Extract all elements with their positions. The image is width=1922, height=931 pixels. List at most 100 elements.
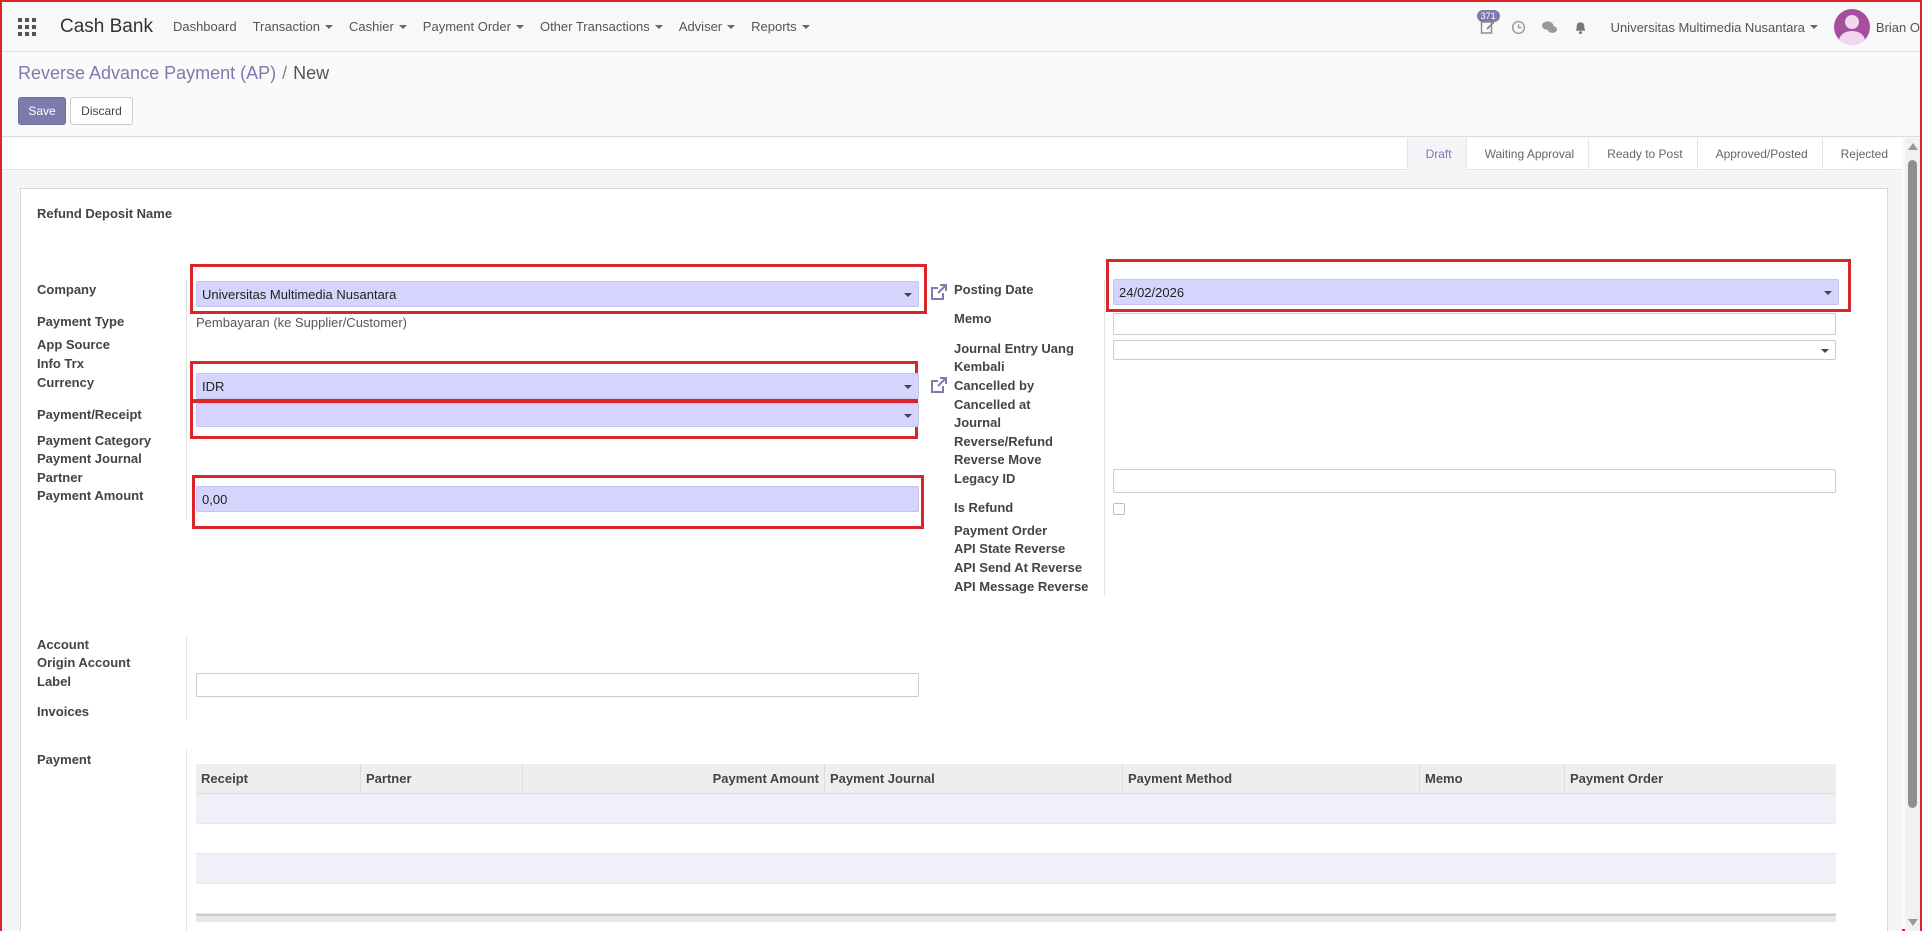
api-state-reverse-label: API State Reverse xyxy=(954,541,1066,556)
account-label: Account xyxy=(37,637,89,652)
clock-icon[interactable] xyxy=(1510,18,1528,36)
journal-entry-label-line1: Journal Entry Uang xyxy=(954,341,1074,356)
caret-down-icon xyxy=(1809,25,1818,29)
table-row[interactable] xyxy=(196,884,1836,914)
company-switcher[interactable]: Universitas Multimedia Nusantara xyxy=(1611,20,1818,35)
currency-select[interactable]: IDR xyxy=(196,373,919,399)
status-waiting-approval[interactable]: Waiting Approval xyxy=(1465,138,1589,170)
menu-payment-order[interactable]: Payment Order xyxy=(423,19,524,34)
user-avatar[interactable] xyxy=(1833,9,1870,45)
breadcrumb-current: New xyxy=(293,63,330,83)
bell-icon[interactable] xyxy=(1572,18,1590,36)
scroll-down-arrow-icon[interactable] xyxy=(1908,919,1918,926)
menu-transaction[interactable]: Transaction xyxy=(253,19,333,34)
scroll-up-arrow-icon[interactable] xyxy=(1908,143,1918,150)
status-approved-posted[interactable]: Approved/Posted xyxy=(1696,138,1822,170)
label-input[interactable] xyxy=(196,673,919,697)
menu-adviser[interactable]: Adviser xyxy=(679,19,736,34)
payment-category-label: Payment Category xyxy=(37,433,152,448)
is-refund-label: Is Refund xyxy=(954,500,1014,515)
legacy-id-input[interactable] xyxy=(1113,469,1836,493)
user-name[interactable]: Brian O xyxy=(1876,20,1920,35)
company-label: Company xyxy=(37,282,97,297)
statusbar-container: Draft Waiting Approval Ready to Post App… xyxy=(2,138,1902,170)
external-link-icon[interactable] xyxy=(929,282,949,302)
payment-type-value: Pembayaran (ke Supplier/Customer) xyxy=(196,315,407,330)
info-trx-label: Info Trx xyxy=(37,356,84,371)
app-title[interactable]: Cash Bank xyxy=(60,16,153,38)
scroll-thumb[interactable] xyxy=(1908,160,1917,808)
column-payment-journal[interactable]: Payment Journal xyxy=(825,764,1123,793)
company-select[interactable]: Universitas Multimedia Nusantara xyxy=(196,281,919,307)
payment-column-divider xyxy=(186,750,187,931)
column-receipt[interactable]: Receipt xyxy=(196,764,361,793)
dropdown-arrow-icon xyxy=(904,385,912,389)
journal-entry-label-line2: Kembali xyxy=(954,359,1005,374)
apps-grid-icon[interactable] xyxy=(16,16,38,38)
column-payment-amount[interactable]: Payment Amount xyxy=(523,764,825,793)
refund-deposit-name-label: Refund Deposit Name xyxy=(37,206,173,221)
lower-column-divider xyxy=(186,636,187,720)
is-refund-checkbox[interactable] xyxy=(1113,503,1125,515)
save-button[interactable]: Save xyxy=(18,97,66,125)
table-footer xyxy=(196,914,1836,922)
reverse-move-label: Reverse Move xyxy=(954,452,1042,467)
payment-receipt-label: Payment/Receipt xyxy=(37,407,142,422)
menu-reports[interactable]: Reports xyxy=(751,19,810,34)
table-row[interactable] xyxy=(196,854,1836,884)
main-menu: Dashboard Transaction Cashier Payment Or… xyxy=(173,19,826,34)
caret-down-icon xyxy=(727,24,736,29)
vertical-scrollbar[interactable] xyxy=(1905,138,1920,931)
payment-amount-label: Payment Amount xyxy=(37,488,144,503)
external-link-icon[interactable] xyxy=(929,375,949,395)
caret-down-icon xyxy=(515,24,524,29)
partner-label: Partner xyxy=(37,470,83,485)
menu-cashier[interactable]: Cashier xyxy=(349,19,407,34)
table-row[interactable] xyxy=(196,824,1836,854)
journal-entry-select[interactable] xyxy=(1113,340,1836,360)
origin-account-label: Origin Account xyxy=(37,655,131,670)
column-payment-method[interactable]: Payment Method xyxy=(1123,764,1420,793)
payment-type-label: Payment Type xyxy=(37,314,125,329)
status-ready-to-post[interactable]: Ready to Post xyxy=(1588,138,1696,170)
breadcrumb-parent[interactable]: Reverse Advance Payment (AP) xyxy=(18,63,276,83)
column-payment-order[interactable]: Payment Order xyxy=(1565,764,1836,793)
discard-button[interactable]: Discard xyxy=(70,97,133,125)
statusbar: Draft Waiting Approval Ready to Post App… xyxy=(1406,138,1902,170)
payment-receipt-select[interactable] xyxy=(196,403,919,427)
payment-amount-input[interactable]: 0,00 xyxy=(196,486,919,512)
dropdown-arrow-icon xyxy=(1824,291,1832,295)
chat-icon[interactable] xyxy=(1541,18,1559,36)
api-message-reverse-label: API Message Reverse xyxy=(954,579,1089,594)
column-memo[interactable]: Memo xyxy=(1420,764,1565,793)
table-header: Receipt Partner Payment Amount Payment J… xyxy=(196,764,1836,794)
navbar-systray: 371 Universitas Multimedia Nusantara Bri… xyxy=(1476,2,1920,52)
dropdown-arrow-icon xyxy=(904,414,912,418)
column-partner[interactable]: Partner xyxy=(361,764,523,793)
caret-down-icon xyxy=(801,24,810,29)
currency-label: Currency xyxy=(37,375,95,390)
breadcrumb: Reverse Advance Payment (AP) / New xyxy=(18,63,329,84)
journal-reverse-label-line1: Journal xyxy=(954,415,1001,430)
menu-other-transactions[interactable]: Other Transactions xyxy=(540,19,663,34)
status-rejected[interactable]: Rejected xyxy=(1821,138,1902,170)
label-field-label: Label xyxy=(37,674,71,689)
memo-label: Memo xyxy=(954,311,992,326)
invoices-label: Invoices xyxy=(37,704,90,719)
activity-edit-icon[interactable]: 371 xyxy=(1476,10,1500,36)
payment-journal-label: Payment Journal xyxy=(37,451,142,466)
dropdown-arrow-icon xyxy=(1821,349,1829,353)
right-column-divider xyxy=(1104,280,1105,596)
menu-dashboard[interactable]: Dashboard xyxy=(173,19,237,34)
cancelled-at-label: Cancelled at xyxy=(954,397,1031,412)
posting-date-input[interactable]: 24/02/2026 xyxy=(1113,279,1839,305)
legacy-id-label: Legacy ID xyxy=(954,471,1016,486)
activity-count-badge: 371 xyxy=(1476,10,1500,22)
status-draft[interactable]: Draft xyxy=(1406,138,1466,170)
payment-order-label: Payment Order xyxy=(954,523,1048,538)
breadcrumb-separator: / xyxy=(282,63,288,83)
memo-input[interactable] xyxy=(1113,313,1836,335)
payment-label: Payment xyxy=(37,752,92,767)
table-row[interactable] xyxy=(196,794,1836,824)
api-send-at-reverse-label: API Send At Reverse xyxy=(954,560,1083,575)
